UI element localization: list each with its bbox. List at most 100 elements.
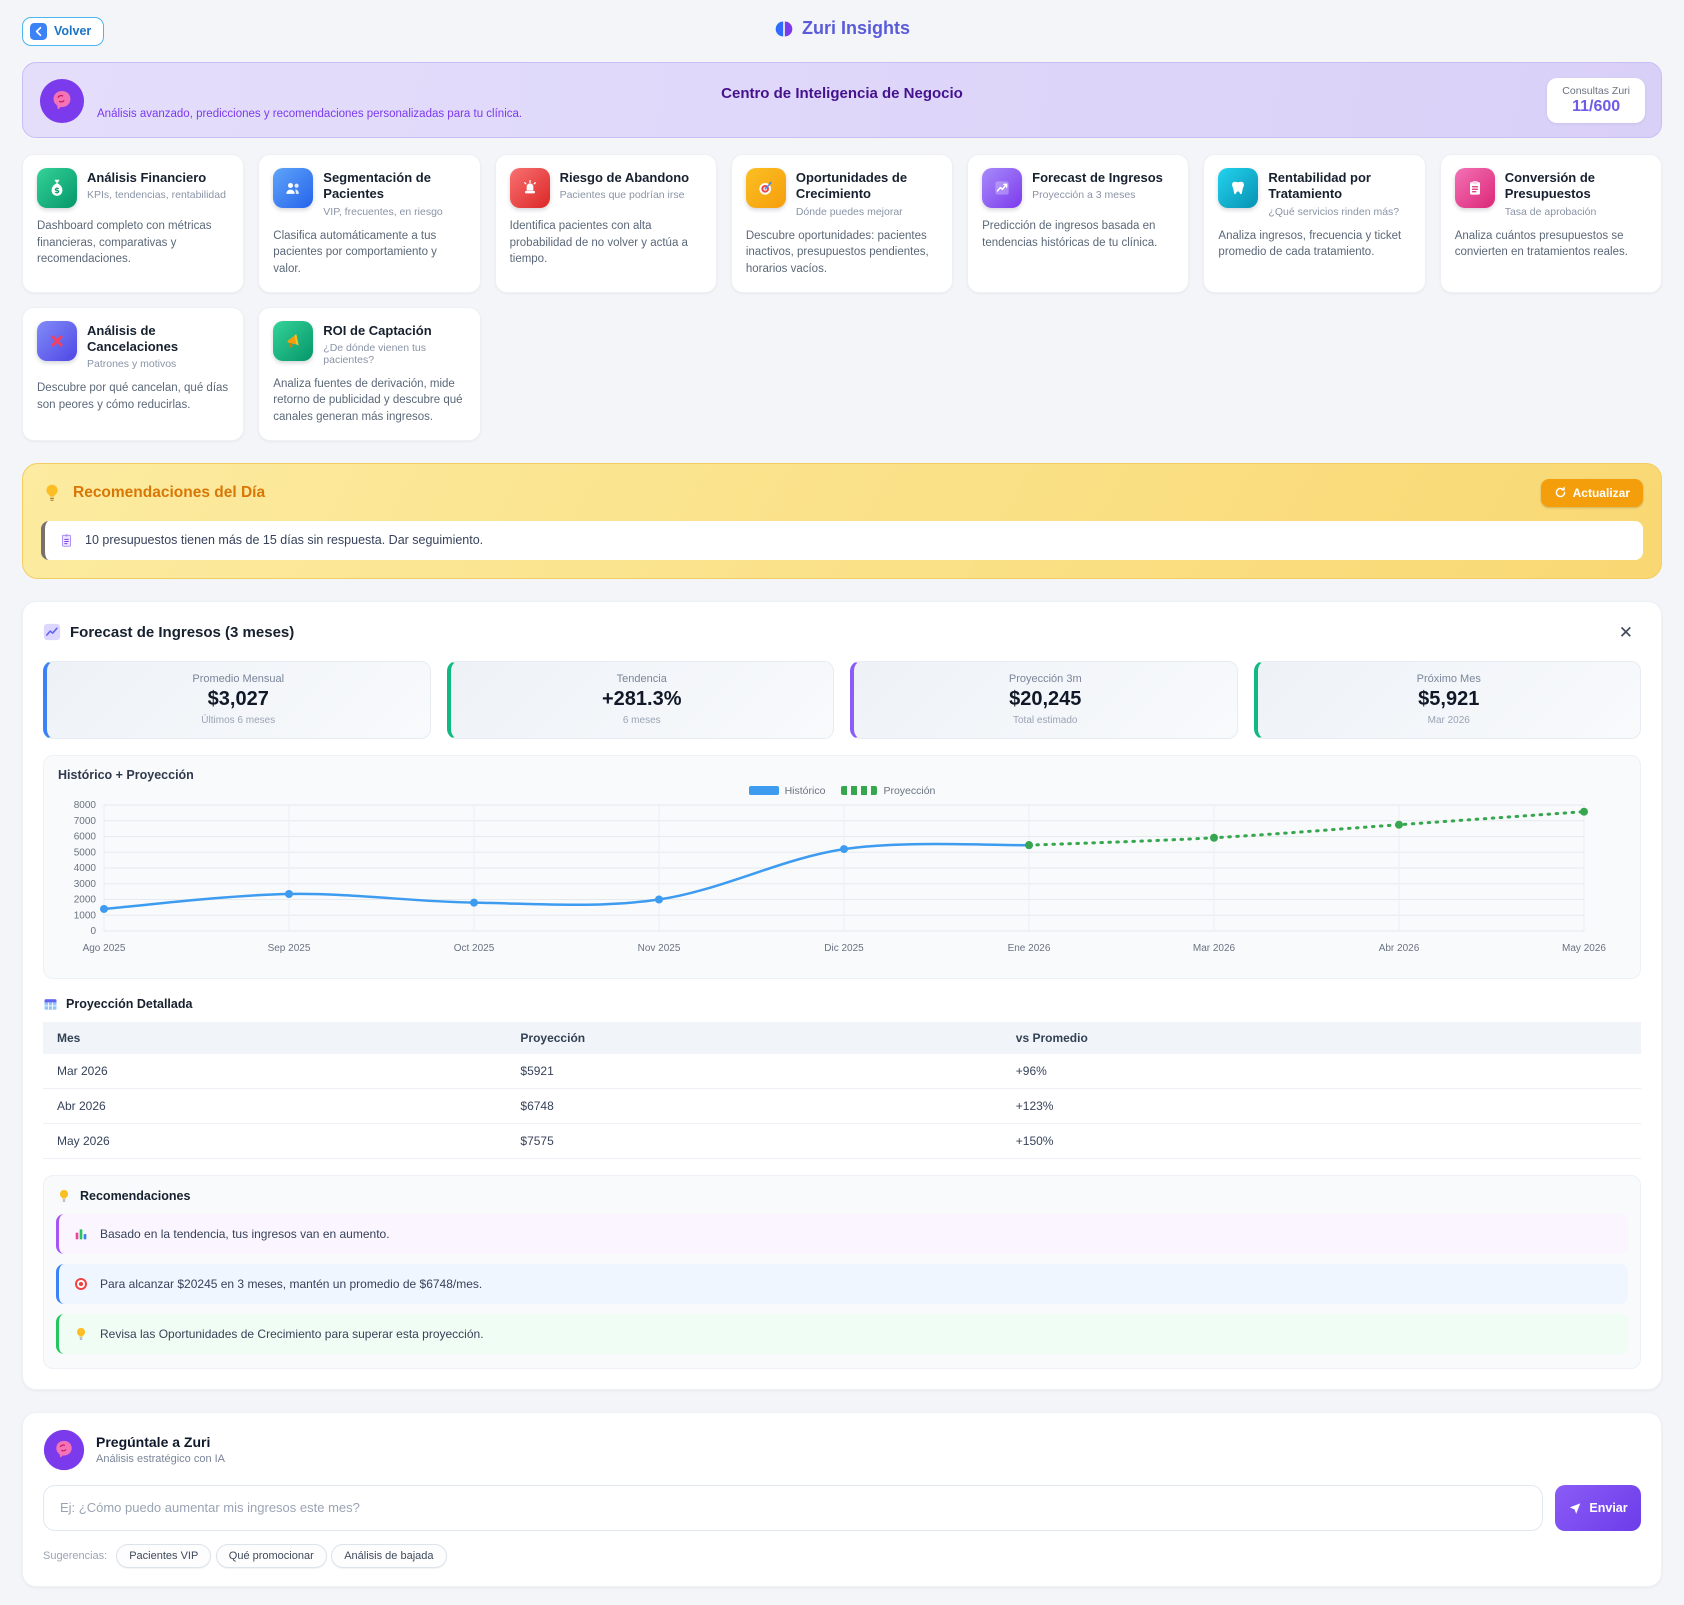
table-cell: $6748 (506, 1088, 1001, 1123)
feature-card[interactable]: Forecast de Ingresos Proyección a 3 mese… (967, 154, 1189, 293)
legend-swatch-proyeccion (841, 786, 877, 795)
suggestions-label: Sugerencias: (43, 1550, 107, 1562)
suggestion-chip[interactable]: Análisis de bajada (331, 1544, 446, 1568)
table-column-header: Mes (43, 1022, 506, 1054)
suggestions-row: Sugerencias: Pacientes VIP Qué promocion… (43, 1544, 1641, 1568)
feature-card-subtitle: Proyección a 3 meses (1032, 189, 1163, 201)
legend-label-historico: Histórico (785, 785, 826, 797)
table-cell: $5921 (506, 1054, 1001, 1089)
feature-card-subtitle: Tasa de aprobación (1505, 206, 1647, 218)
feature-card[interactable]: Análisis de Cancelaciones Patrones y mot… (22, 307, 244, 441)
kpi-label: Proyección 3m (864, 673, 1227, 685)
feature-card-title: Riesgo de Abandono (560, 168, 690, 186)
feature-card[interactable]: $ Análisis Financiero KPIs, tendencias, … (22, 154, 244, 293)
daily-recommendation-item: 10 presupuestos tienen más de 15 días si… (41, 521, 1643, 560)
forecast-title: Forecast de Ingresos (3 meses) (70, 624, 1602, 641)
feature-card-description: Clasifica automáticamente a tus paciente… (273, 228, 465, 278)
feature-card-description: Predicción de ingresos basada en tendenc… (982, 218, 1174, 251)
projection-table-section: Proyección Detallada MesProyecciónvs Pro… (43, 997, 1641, 1159)
svg-text:6000: 6000 (74, 831, 97, 842)
back-button-label: Volver (54, 24, 91, 38)
table-cell: Mar 2026 (43, 1054, 506, 1089)
legend-proyeccion: Proyección (841, 785, 935, 797)
forecast-header: Forecast de Ingresos (3 meses) ✕ (43, 620, 1641, 645)
feature-card[interactable]: Conversión de Presupuestos Tasa de aprob… (1440, 154, 1662, 293)
table-cell: +96% (1002, 1054, 1641, 1089)
kpi-card: Tendencia +281.3% 6 meses (447, 661, 835, 739)
feature-card-subtitle: Pacientes que podrían irse (560, 189, 690, 201)
send-button-label: Enviar (1589, 1501, 1627, 1515)
money-bag-icon: $ (37, 168, 77, 208)
kpi-value: +281.3% (461, 688, 824, 711)
feature-card-description: Analiza fuentes de derivación, mide reto… (273, 376, 465, 426)
refresh-icon (1554, 486, 1567, 499)
svg-text:May 2026: May 2026 (1562, 943, 1606, 954)
table-column-header: Proyección (506, 1022, 1001, 1054)
table-cell: +150% (1002, 1123, 1641, 1158)
daily-header: Recomendaciones del Día Actualizar (41, 479, 1643, 507)
back-arrow-icon (30, 23, 47, 40)
kpi-sublabel: Mar 2026 (1268, 715, 1631, 726)
feature-card[interactable]: Segmentación de Pacientes VIP, frecuente… (258, 154, 480, 293)
suggestion-chip[interactable]: Qué promocionar (216, 1544, 327, 1568)
feature-card-title: Segmentación de Pacientes (323, 168, 465, 203)
note-icon (59, 533, 74, 548)
daily-items: 10 presupuestos tienen más de 15 días si… (41, 521, 1643, 560)
forecast-chart-icon (43, 623, 61, 641)
table-header: Proyección Detallada (43, 997, 1641, 1012)
table-row: Mar 2026$5921+96% (43, 1054, 1641, 1089)
feature-card-description: Identifica pacientes con alta probabilid… (510, 218, 702, 268)
feature-card-description: Analiza ingresos, frecuencia y ticket pr… (1218, 228, 1410, 261)
ask-input-row: Enviar (43, 1485, 1641, 1531)
feature-card-title: Oportunidades de Crecimiento (796, 168, 938, 203)
svg-text:5000: 5000 (74, 847, 97, 858)
top-bar: Volver Zuri Insights (22, 12, 1662, 50)
kpi-card: Proyección 3m $20,245 Total estimado (850, 661, 1238, 739)
feature-card[interactable]: Oportunidades de Crecimiento Dónde puede… (731, 154, 953, 293)
send-button[interactable]: Enviar (1555, 1485, 1641, 1531)
feature-card-header: Conversión de Presupuestos Tasa de aprob… (1455, 168, 1647, 218)
feature-card-header: $ Análisis Financiero KPIs, tendencias, … (37, 168, 229, 208)
svg-text:Dic 2025: Dic 2025 (824, 943, 864, 954)
feature-card-subtitle: KPIs, tendencias, rentabilidad (87, 189, 226, 201)
svg-text:7000: 7000 (74, 816, 97, 827)
refresh-button[interactable]: Actualizar (1541, 479, 1643, 507)
recommendation-item: Para alcanzar $20245 en 3 meses, mantén … (56, 1264, 1628, 1304)
x-mark-icon (37, 321, 77, 361)
chart-title: Histórico + Proyección (58, 768, 1626, 782)
clipboard-icon (1455, 168, 1495, 208)
table-row: Abr 2026$6748+123% (43, 1088, 1641, 1123)
table-icon (43, 997, 58, 1012)
feature-card-header: Análisis de Cancelaciones Patrones y mot… (37, 321, 229, 371)
svg-text:Mar 2026: Mar 2026 (1193, 943, 1236, 954)
kpi-label: Promedio Mensual (57, 673, 420, 685)
recommendation-text: Revisa las Oportunidades de Crecimiento … (100, 1327, 484, 1341)
recommendations-title: Recomendaciones (80, 1189, 190, 1203)
kpi-label: Próximo Mes (1268, 673, 1631, 685)
target-small-icon (73, 1276, 89, 1292)
svg-text:Nov 2025: Nov 2025 (638, 943, 681, 954)
table-cell: $7575 (506, 1123, 1001, 1158)
recommendation-items: Basado en la tendencia, tus ingresos van… (56, 1214, 1628, 1354)
feature-card[interactable]: Rentabilidad por Tratamiento ¿Qué servic… (1203, 154, 1425, 293)
close-icon[interactable]: ✕ (1611, 620, 1641, 645)
feature-card-header: ROI de Captación ¿De dónde vienen tus pa… (273, 321, 465, 366)
legend-label-proyeccion: Proyección (883, 785, 935, 797)
daily-recommendation-text: 10 presupuestos tienen más de 15 días si… (85, 533, 483, 547)
back-button[interactable]: Volver (22, 17, 104, 46)
feature-card[interactable]: ROI de Captación ¿De dónde vienen tus pa… (258, 307, 480, 441)
svg-text:Ago 2025: Ago 2025 (83, 943, 126, 954)
svg-text:Oct 2025: Oct 2025 (454, 943, 495, 954)
recommendation-text: Basado en la tendencia, tus ingresos van… (100, 1227, 390, 1241)
feature-card-description: Descubre por qué cancelan, qué días son … (37, 380, 229, 413)
intelligence-banner: Centro de Inteligencia de Negocio Anális… (22, 62, 1662, 138)
chart-up-icon (982, 168, 1022, 208)
suggestion-chip[interactable]: Pacientes VIP (116, 1544, 211, 1568)
recommendation-item: Basado en la tendencia, tus ingresos van… (56, 1214, 1628, 1254)
feature-card-description: Dashboard completo con métricas financie… (37, 218, 229, 268)
feature-card[interactable]: Riesgo de Abandono Pacientes que podrían… (495, 154, 717, 293)
app-title: Zuri Insights (774, 18, 910, 39)
question-input[interactable] (43, 1485, 1543, 1531)
forecast-recommendations: Recomendaciones Basado en la tendencia, … (43, 1175, 1641, 1369)
table-row: May 2026$7575+150% (43, 1123, 1641, 1158)
